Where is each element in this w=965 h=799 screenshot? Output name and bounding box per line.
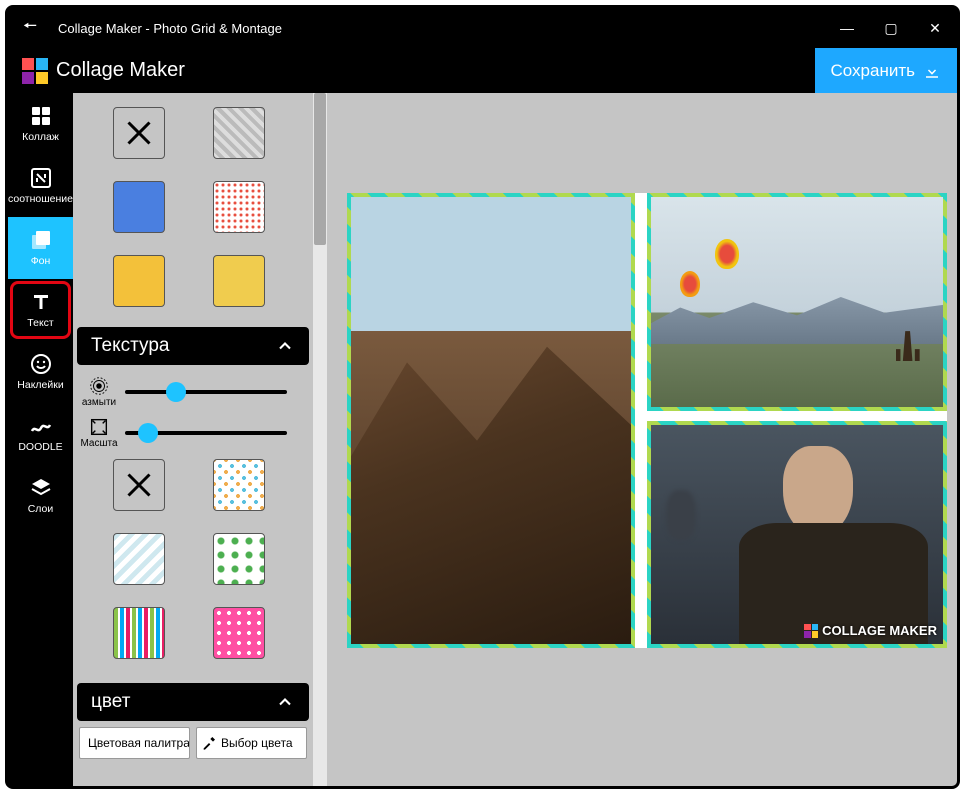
nav-ratio[interactable]: соотношение	[8, 155, 73, 217]
section-label: Текстура	[91, 335, 169, 357]
photo-mountain	[351, 197, 631, 644]
photo-man-jacket	[651, 425, 943, 645]
chevron-up-icon	[275, 336, 295, 356]
grid-icon	[29, 104, 53, 128]
options-panel: Текстура азмыти	[73, 93, 327, 786]
nav-label: Текст	[27, 318, 53, 330]
button-label: Выбор цвета	[221, 736, 293, 750]
swatch-green-flower[interactable]	[213, 533, 265, 585]
nav-label: Наклейки	[17, 380, 63, 392]
swatch-zigzag[interactable]	[113, 533, 165, 585]
window-title: Collage Maker - Photo Grid & Montage	[52, 21, 825, 36]
minimize-button[interactable]: —	[825, 20, 869, 36]
download-icon	[923, 62, 941, 80]
save-label: Сохранить	[831, 61, 915, 81]
scrollbar-thumb[interactable]	[314, 93, 326, 245]
panel-scrollbar[interactable]	[313, 93, 327, 786]
blur-thumb[interactable]	[166, 382, 186, 402]
slider-group: азмыти Масшта	[73, 365, 313, 453]
swatch-none[interactable]	[113, 459, 165, 511]
swatch-grid-top	[73, 93, 313, 327]
collage-cell-bottom-right[interactable]: COLLAGE MAKER	[647, 421, 947, 649]
nav-label: DOODLE	[18, 442, 62, 454]
swatch-pink-dots[interactable]	[213, 607, 265, 659]
nav-collage[interactable]: Коллаж	[8, 93, 73, 155]
topbar: Collage Maker Сохранить	[8, 48, 957, 93]
collage-cell-left[interactable]	[347, 193, 635, 648]
doodle-icon	[29, 414, 53, 438]
section-label: цвет	[91, 691, 130, 713]
nav-label: Коллаж	[22, 132, 59, 144]
section-color[interactable]: цвет	[77, 683, 309, 721]
color-palette-button[interactable]: Цветовая палитра	[79, 727, 190, 759]
app-logo: Collage Maker	[8, 58, 185, 84]
slider-scale: Масшта	[73, 412, 313, 453]
slider-blur: азмыти	[73, 371, 313, 412]
smile-icon	[29, 352, 53, 376]
app-window: 🠔 Collage Maker - Photo Grid & Montage —…	[5, 5, 960, 789]
color-buttons: Цветовая палитра Выбор цвета	[73, 721, 313, 765]
titlebar: 🠔 Collage Maker - Photo Grid & Montage —…	[8, 8, 957, 48]
watermark-text: COLLAGE MAKER	[822, 623, 937, 638]
nav-background[interactable]: Фон	[8, 217, 73, 279]
app-name: Collage Maker	[56, 59, 185, 82]
nav-stickers[interactable]: Наклейки	[8, 341, 73, 403]
nav-label: Слои	[28, 504, 54, 516]
swatch-yellow-a[interactable]	[113, 255, 165, 307]
photo-city-balloons	[651, 197, 943, 407]
collage-cell-top-right[interactable]	[647, 193, 947, 411]
swatch-yellow-b[interactable]	[213, 255, 265, 307]
scale-thumb[interactable]	[138, 423, 158, 443]
swatch-red-dots[interactable]	[213, 181, 265, 233]
layers-icon	[29, 476, 53, 500]
blur-track[interactable]	[125, 390, 287, 394]
blur-icon: азмыти	[79, 375, 119, 408]
side-nav: Коллаж соотношение Фон Текст Наклейки DO…	[8, 93, 73, 786]
nav-label: соотношение	[8, 194, 73, 206]
watermark: COLLAGE MAKER	[804, 623, 937, 638]
swatch-grey-knit[interactable]	[213, 107, 265, 159]
background-icon	[29, 228, 53, 252]
collage-preview[interactable]: COLLAGE MAKER	[347, 193, 947, 648]
swatch-none[interactable]	[113, 107, 165, 159]
ratio-icon	[29, 166, 53, 190]
nav-doodle[interactable]: DOODLE	[8, 403, 73, 465]
swatch-confetti[interactable]	[213, 459, 265, 511]
watermark-icon	[804, 624, 818, 638]
chevron-up-icon	[275, 692, 295, 712]
logo-icon	[22, 58, 48, 84]
close-button[interactable]: ✕	[913, 20, 957, 37]
eyedropper-icon	[201, 735, 217, 751]
nav-label: Фон	[31, 256, 51, 268]
section-texture[interactable]: Текстура	[77, 327, 309, 365]
color-picker-button[interactable]: Выбор цвета	[196, 727, 307, 759]
nav-text[interactable]: Текст	[10, 281, 71, 339]
button-label: Цветовая палитра	[88, 736, 190, 750]
swatch-blue[interactable]	[113, 181, 165, 233]
back-button[interactable]: 🠔	[8, 15, 52, 42]
swatch-grid-texture	[73, 453, 313, 679]
canvas-area[interactable]: COLLAGE MAKER	[327, 93, 957, 786]
scale-icon: Масшта	[79, 416, 119, 449]
save-button[interactable]: Сохранить	[815, 48, 957, 93]
swatch-stripes[interactable]	[113, 607, 165, 659]
nav-layers[interactable]: Слои	[8, 465, 73, 527]
text-icon	[29, 290, 53, 314]
maximize-button[interactable]: ▢	[869, 20, 913, 37]
scale-track[interactable]	[125, 431, 287, 435]
app-body: Коллаж соотношение Фон Текст Наклейки DO…	[8, 93, 957, 786]
